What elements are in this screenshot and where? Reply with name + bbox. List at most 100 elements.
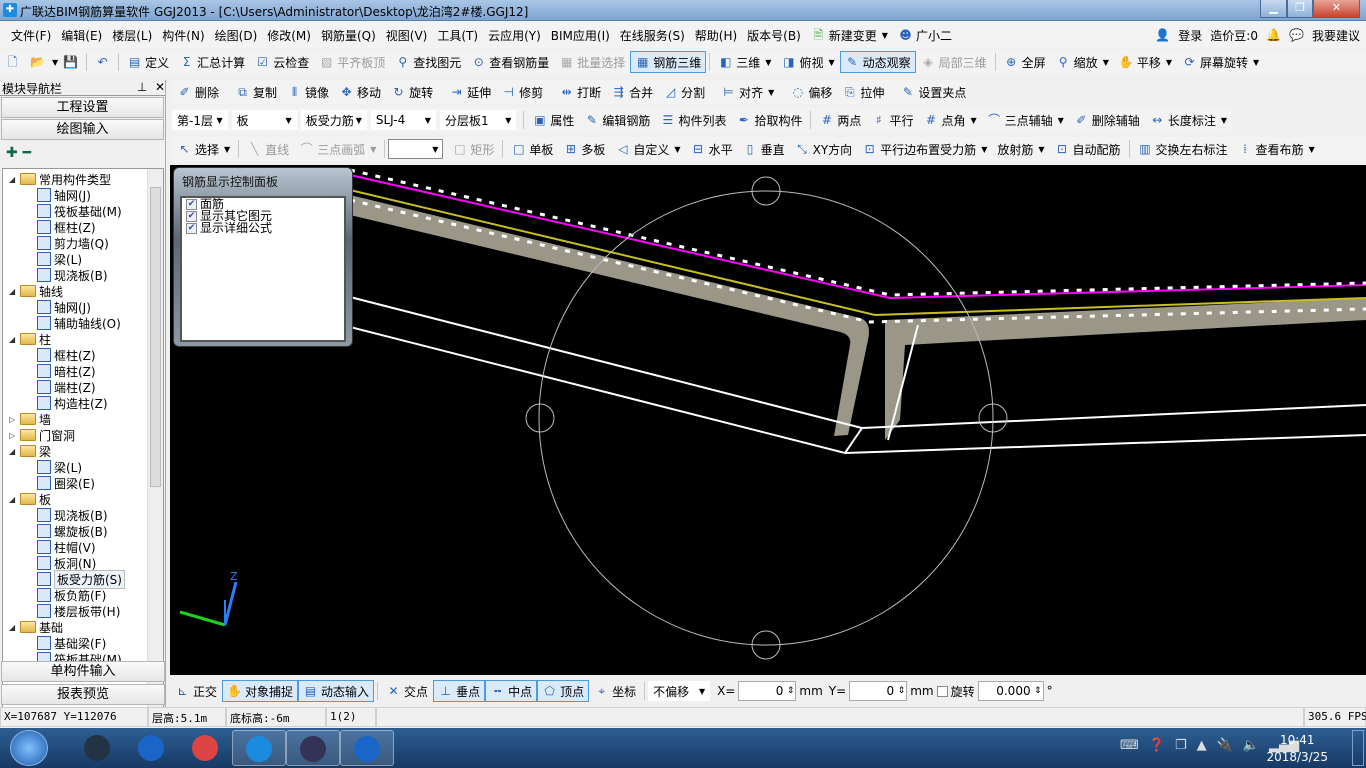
edit-rebar-button[interactable]: ✎ 编辑钢筋 (579, 109, 655, 131)
tool-button[interactable]: 放射筋 ▼ (992, 138, 1049, 160)
nav-drawing-input[interactable]: 绘图输入 (1, 119, 164, 140)
rotate-input[interactable]: 0.000 ⇕ (977, 681, 1044, 701)
top-view-button[interactable]: ◨ 俯视 ▼ (776, 51, 839, 73)
taskbar-app[interactable] (340, 730, 394, 766)
align-button[interactable]: ⊨ 对齐 ▼ (716, 81, 779, 103)
chevron-down-icon[interactable]: ▼ (882, 31, 888, 40)
chevron-down-icon[interactable]: ▼ (1309, 145, 1315, 154)
expanded-icon[interactable]: ◢ (9, 495, 17, 504)
tree-item[interactable]: 基础梁(F) (37, 635, 106, 651)
collapsed-icon[interactable]: ▷ (9, 415, 17, 424)
expanded-icon[interactable]: ◢ (9, 447, 17, 456)
parallel-button[interactable]: ♯ 平行 (866, 109, 918, 131)
chevron-down-icon[interactable]: ▼ (1103, 58, 1109, 67)
tree-item[interactable]: 圈梁(E) (37, 475, 95, 491)
tree-item[interactable]: ◢ 板 (9, 491, 51, 507)
layer-select-3[interactable]: SLJ-4 ▼ (370, 110, 436, 130)
undo-button[interactable]: ↶ (90, 51, 115, 73)
y-input[interactable]: 0 ⇕ (849, 681, 908, 701)
offset-button[interactable]: ◌ 偏移 (785, 81, 837, 103)
pan-button[interactable]: ✋ 平移 ▼ (1114, 51, 1177, 73)
x-input[interactable]: 0 ⇕ (738, 681, 797, 701)
define-button[interactable]: ▤ 定义 (122, 51, 174, 73)
collapse-all-icon[interactable]: ━ (23, 145, 31, 161)
properties-button[interactable]: ▣ 属性 (527, 109, 579, 131)
menu-item[interactable]: 构件(N) (157, 27, 209, 44)
cloud-check-button[interactable]: ☑ 云检查 (250, 51, 314, 73)
nav-report-preview[interactable]: 报表预览 (1, 684, 165, 705)
expand-all-icon[interactable]: ✚ (6, 145, 18, 161)
menu-item[interactable]: 钢筋量(Q) (316, 27, 381, 44)
offset-select[interactable]: 不偏移 ▼ (648, 681, 711, 701)
vertical-button[interactable]: ▯ 垂直 (738, 138, 790, 160)
suggest-button[interactable]: 我要建议 (1312, 27, 1360, 44)
extend-button[interactable]: ⇥ 延伸 (444, 81, 496, 103)
line-style-select[interactable]: ▼ (388, 139, 444, 159)
object-snap-button[interactable]: ✋ 对象捕捉 (222, 680, 299, 702)
parallel-edge-button[interactable]: ⊡ 平行边布置受力筋 ▼ (857, 138, 992, 160)
tree-item[interactable]: ▷ 门窗洞 (9, 427, 75, 443)
rotate-screen-button[interactable]: ⟳ 屏幕旋转 ▼ (1177, 51, 1264, 73)
arc-button[interactable]: ⌒ 三点画弧 ▼ (294, 138, 381, 160)
tree-item[interactable]: 框柱(Z) (37, 219, 96, 235)
tree-item[interactable]: 剪力墙(Q) (37, 235, 109, 251)
login-button[interactable]: 登录 (1178, 27, 1202, 44)
find-button[interactable]: ⚲ 查找图元 (390, 51, 466, 73)
menu-item[interactable]: 编辑(E) (56, 27, 107, 44)
midpoint-button[interactable]: ╍ 中点 (485, 680, 538, 702)
expanded-icon[interactable]: ◢ (9, 335, 17, 344)
volume-icon[interactable]: 🔈 (1243, 738, 1259, 753)
tree-item[interactable]: 轴网(J) (37, 187, 91, 203)
nav-single-component-input[interactable]: 单构件输入 (1, 661, 165, 682)
two-point-button[interactable]: # 两点 (814, 109, 866, 131)
move-button[interactable]: ✥ 移动 (334, 81, 386, 103)
taskbar-app[interactable] (286, 730, 340, 766)
perpendicular-button[interactable]: ⊥ 垂点 (433, 680, 486, 702)
chevron-down-icon[interactable]: ▼ (1221, 116, 1227, 125)
chevron-down-icon[interactable]: ▼ (981, 145, 987, 154)
copy-button[interactable]: ⧉ 复制 (230, 81, 282, 103)
layer-select-0[interactable]: 第-1层 ▼ (172, 110, 228, 130)
tree-item[interactable]: 现浇板(B) (37, 507, 108, 523)
taskbar-app[interactable] (232, 730, 286, 766)
expanded-icon[interactable]: ◢ (9, 175, 17, 184)
expanded-icon[interactable]: ◢ (9, 623, 17, 632)
dynamic-input-button[interactable]: ▤ 动态输入 (298, 680, 375, 702)
point-angle-button[interactable]: # 点角 ▼ (918, 109, 981, 131)
coordinate-button[interactable]: ⌖ 坐标 (589, 680, 641, 702)
vertex-button[interactable]: ⬠ 顶点 (537, 680, 590, 702)
ortho-button[interactable]: ⊾ 正交 (170, 680, 222, 702)
menu-item[interactable]: 🗎 新建变更 ▼ (806, 27, 893, 44)
tree-item[interactable]: ◢ 基础 (9, 619, 63, 635)
intersection-button[interactable]: ✕ 交点 (381, 680, 433, 702)
rectangle-button[interactable]: □ 矩形 (447, 138, 499, 160)
tree-item[interactable]: 构造柱(Z) (37, 395, 108, 411)
start-button[interactable] (10, 730, 48, 766)
fullscreen-button[interactable]: ⊕ 全屏 (999, 51, 1051, 73)
auto-rebar-button[interactable]: ⊡ 自动配筋 (1050, 138, 1126, 160)
delete-button[interactable]: ✐ 删除 (172, 81, 224, 103)
layer-select-1[interactable]: 板 ▼ (231, 110, 297, 130)
tree-item[interactable]: 暗柱(Z) (37, 363, 96, 379)
help-icon[interactable]: ❓ (1149, 738, 1165, 753)
multi-slab-button[interactable]: ⊞ 多板 (558, 138, 610, 160)
xy-direction-button[interactable]: ⤡ XY方向 (790, 138, 858, 160)
merge-button[interactable]: ⇶ 合并 (606, 81, 658, 103)
three-point-axis-button[interactable]: ⌒ 三点辅轴 ▼ (982, 109, 1069, 131)
spinner-icon[interactable]: ⇕ (787, 682, 795, 700)
user-icon[interactable]: 👤 (1155, 28, 1170, 43)
rebar-3d-button[interactable]: ▦ 钢筋三维 (630, 51, 707, 73)
chevron-down-icon[interactable]: ▼ (1038, 145, 1044, 154)
menu-item[interactable]: 楼层(L) (107, 27, 157, 44)
tree-item[interactable]: 楼层板带(H) (37, 603, 120, 619)
chevron-down-icon[interactable]: ▼ (1253, 58, 1259, 67)
chevron-down-icon[interactable]: ▼ (1058, 116, 1064, 125)
break-button[interactable]: ⇹ 打断 (554, 81, 606, 103)
open-folder-button[interactable]: 📂 (25, 51, 50, 73)
menu-item[interactable]: ☻ 广小二 (893, 27, 957, 44)
rotate-checkbox[interactable] (936, 685, 948, 697)
tree-item[interactable]: 框柱(Z) (37, 347, 96, 363)
chevron-down-icon[interactable]: ▼ (1166, 58, 1172, 67)
window-icon[interactable]: ❐ (1175, 738, 1187, 753)
spinner-icon[interactable]: ⇕ (1034, 682, 1042, 700)
